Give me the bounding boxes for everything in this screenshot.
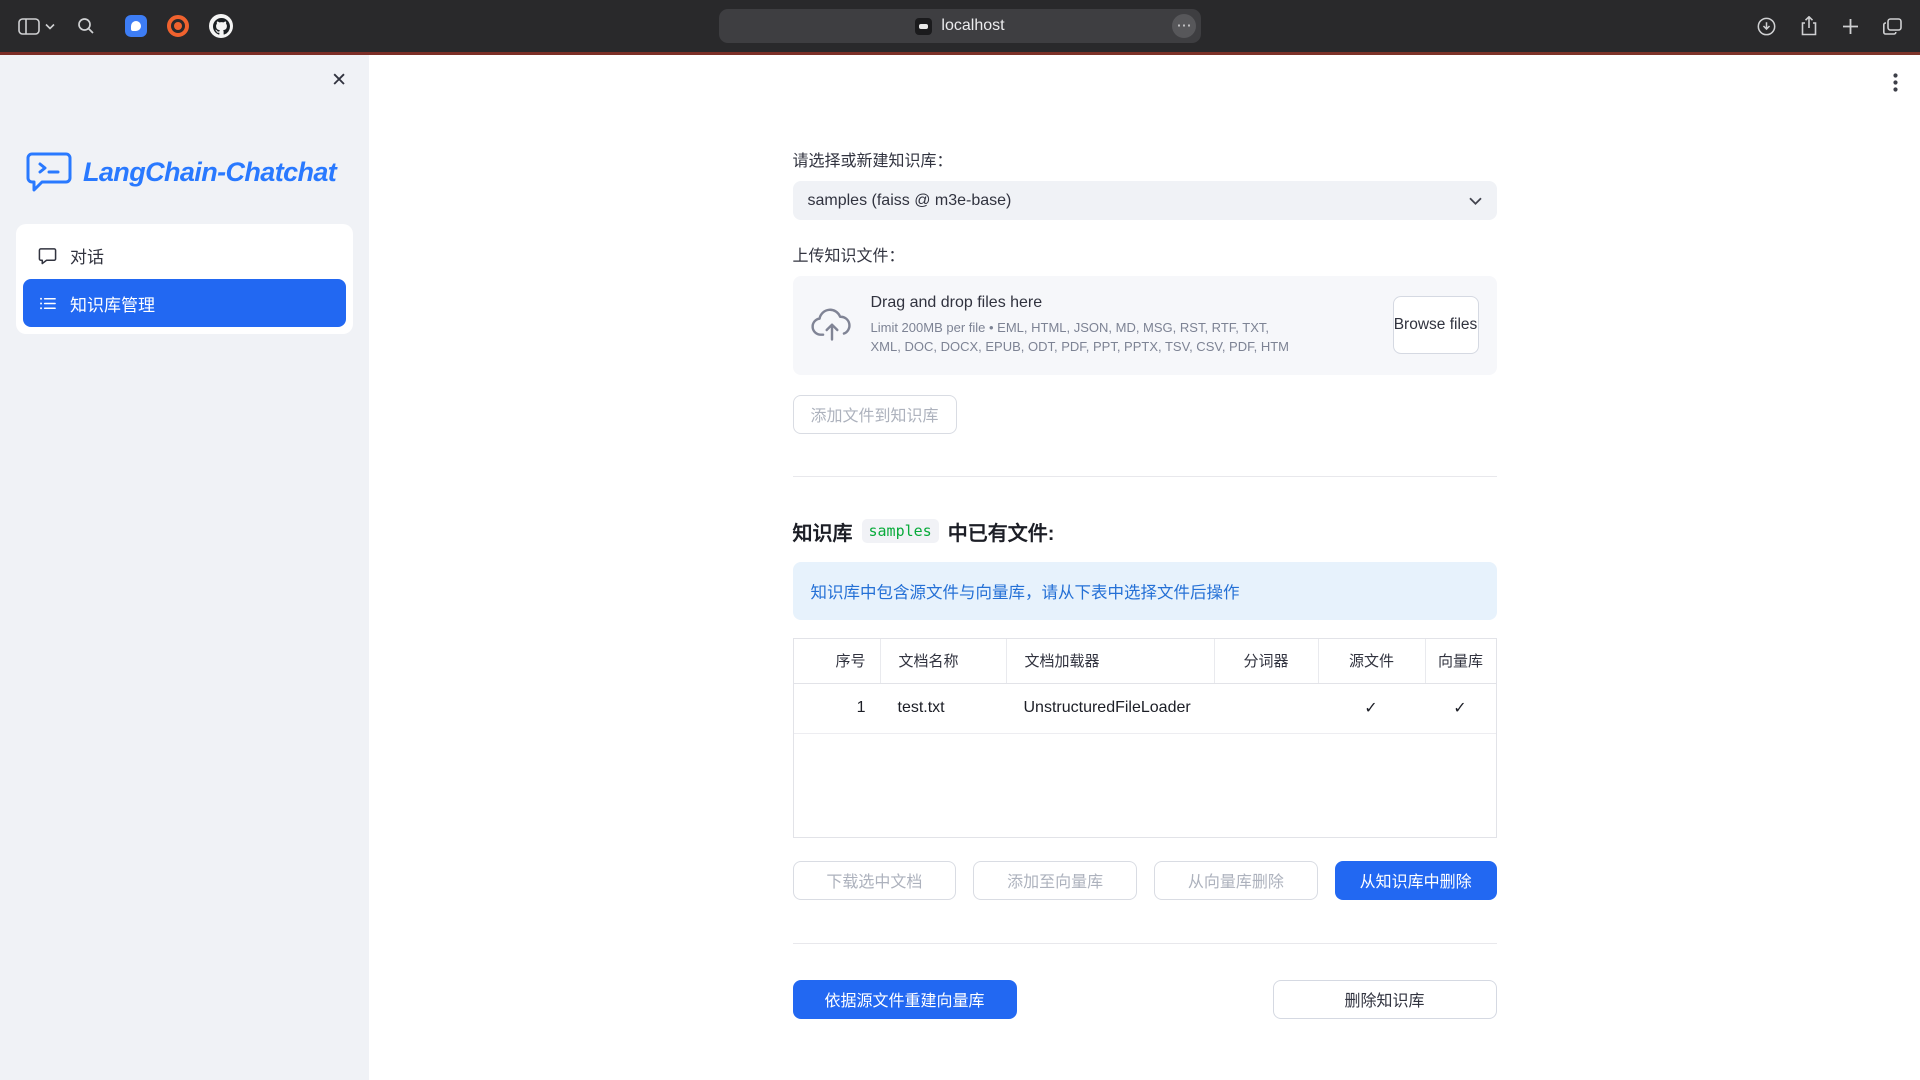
blue-extension-icon [125, 15, 147, 37]
select-chevron-down-icon [1469, 197, 1482, 205]
app-menu-button[interactable] [1893, 73, 1898, 92]
cell-splitter [1214, 684, 1318, 733]
section-divider-bottom [793, 943, 1497, 944]
cell-index: 1 [794, 684, 880, 733]
table-header-source[interactable]: 源文件 [1318, 639, 1425, 683]
section-divider [793, 476, 1497, 477]
sidebar: ✕ LangChain-Chatchat 对话 [0, 55, 369, 1080]
file-action-buttons: 下载选中文档 添加至向量库 从向量库删除 从知识库中删除 [793, 861, 1497, 900]
sidebar-item-label: 知识库管理 [70, 291, 155, 316]
file-dropzone[interactable]: Drag and drop files here Limit 200MB per… [793, 276, 1497, 375]
address-url: localhost [941, 17, 1004, 35]
table-header-vector[interactable]: 向量库 [1425, 639, 1496, 683]
downloads-button[interactable] [1755, 15, 1778, 38]
search-icon [77, 17, 95, 35]
toolbar-right-group [1755, 14, 1904, 38]
app-logo-text: LangChain-Chatchat [83, 157, 336, 188]
sidebar-item-knowledge-base[interactable]: 知识库管理 [23, 279, 346, 327]
kb-select[interactable]: samples (faiss @ m3e-base) [793, 181, 1497, 220]
sidebar-close-button[interactable]: ✕ [331, 71, 347, 90]
kb-heading-suffix: 中已有文件: [948, 517, 1055, 546]
rebuild-vector-store-button[interactable]: 依据源文件重建向量库 [793, 980, 1017, 1019]
browser-toolbar: localhost ⋯ [0, 0, 1920, 52]
dropzone-file-limits: Limit 200MB per file • EML, HTML, JSON, … [871, 319, 1303, 357]
kebab-menu-icon [1893, 73, 1898, 92]
browse-files-button[interactable]: Browse files [1393, 296, 1479, 354]
kb-heading-prefix: 知识库 [793, 517, 853, 546]
download-selected-button[interactable]: 下载选中文档 [793, 861, 957, 900]
extension-button-orange[interactable] [165, 13, 191, 39]
info-banner: 知识库中包含源文件与向量库，请从下表中选择文件后操作 [793, 562, 1497, 620]
main-panel: 请选择或新建知识库： samples (faiss @ m3e-base) 上传… [369, 55, 1920, 1080]
kb-files-table: 序号 文档名称 文档加载器 分词器 源文件 向量库 1 test.txt Uns… [793, 638, 1497, 838]
dropzone-title: Drag and drop files here [871, 294, 1375, 312]
page-settings-button[interactable]: ⋯ [1172, 14, 1196, 38]
sidebar-menu: 对话 知识库管理 [16, 224, 353, 334]
extension-button-blue[interactable] [123, 13, 149, 39]
delete-from-kb-button[interactable]: 从知识库中删除 [1335, 861, 1497, 900]
kb-management-content: 请选择或新建知识库： samples (faiss @ m3e-base) 上传… [793, 55, 1497, 1019]
plus-icon [1842, 18, 1859, 35]
search-button[interactable] [75, 15, 97, 37]
cell-filename: test.txt [880, 684, 1006, 733]
kb-level-buttons: 依据源文件重建向量库 删除知识库 [793, 980, 1497, 1019]
cloud-upload-icon [811, 308, 853, 342]
chatchat-logo-icon [26, 150, 72, 194]
tab-overview-button[interactable] [1881, 16, 1904, 37]
table-header-index[interactable]: 序号 [794, 639, 880, 683]
new-tab-button[interactable] [1840, 16, 1861, 37]
kb-name-code: samples [862, 519, 939, 543]
knowledge-base-list-icon [38, 294, 57, 313]
kb-select-value: samples (faiss @ m3e-base) [808, 192, 1012, 210]
dropzone-text-group: Drag and drop files here Limit 200MB per… [871, 294, 1375, 357]
upload-files-label: 上传知识文件： [793, 242, 1497, 266]
table-row[interactable]: 1 test.txt UnstructuredFileLoader ✓ ✓ [794, 684, 1496, 734]
download-icon [1757, 17, 1776, 36]
sidebar-item-label: 对话 [70, 243, 104, 268]
table-header-filename[interactable]: 文档名称 [880, 639, 1006, 683]
table-empty-area [794, 734, 1496, 837]
sidebar-toggle-icon [18, 18, 40, 35]
toolbar-left-group [16, 12, 235, 40]
chat-bubble-icon [38, 246, 57, 265]
cell-loader: UnstructuredFileLoader [1006, 684, 1214, 733]
tabs-overview-icon [1883, 18, 1902, 35]
orange-ring-extension-icon [167, 15, 189, 37]
sidebar-item-dialogue[interactable]: 对话 [23, 231, 346, 279]
app-logo: LangChain-Chatchat [0, 55, 369, 194]
github-icon [209, 14, 233, 38]
address-bar[interactable]: localhost ⋯ [719, 9, 1201, 43]
delete-kb-button[interactable]: 删除知识库 [1273, 980, 1497, 1019]
app-window: ✕ LangChain-Chatchat 对话 [0, 55, 1920, 1080]
sidebar-toggle-button[interactable] [16, 16, 57, 37]
delete-from-vector-store-button[interactable]: 从向量库删除 [1154, 861, 1318, 900]
select-kb-label: 请选择或新建知识库： [793, 147, 1497, 171]
extensions-group [123, 12, 235, 40]
add-files-to-kb-button[interactable]: 添加文件到知识库 [793, 395, 957, 434]
chevron-down-icon [45, 23, 55, 30]
table-header-row: 序号 文档名称 文档加载器 分词器 源文件 向量库 [794, 639, 1496, 684]
site-favicon-icon [915, 18, 932, 35]
table-header-loader[interactable]: 文档加载器 [1006, 639, 1214, 683]
cell-vector-check: ✓ [1425, 684, 1496, 733]
kb-files-heading: 知识库 samples 中已有文件: [793, 517, 1497, 546]
share-button[interactable] [1798, 14, 1820, 38]
share-icon [1800, 16, 1818, 36]
add-to-vector-store-button[interactable]: 添加至向量库 [973, 861, 1137, 900]
table-header-splitter[interactable]: 分词器 [1214, 639, 1318, 683]
cell-source-check: ✓ [1318, 684, 1425, 733]
extension-button-github[interactable] [207, 12, 235, 40]
